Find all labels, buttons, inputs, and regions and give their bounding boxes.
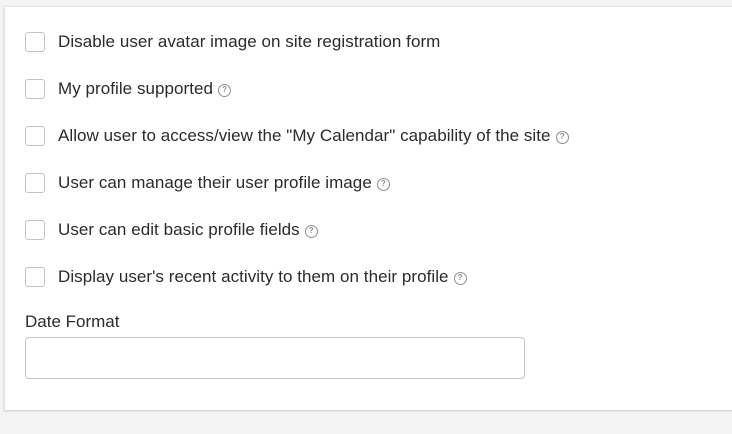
option-edit-basic-profile-fields: User can edit basic profile fields ?: [25, 218, 318, 242]
edit-basic-profile-fields-checkbox[interactable]: [25, 220, 45, 240]
option-label: Allow user to access/view the "My Calend…: [58, 126, 551, 145]
option-manage-profile-image: User can manage their user profile image…: [25, 171, 390, 195]
help-icon[interactable]: ?: [555, 130, 569, 144]
settings-panel: Disable user avatar image on site regist…: [4, 6, 732, 410]
option-my-calendar-access: Allow user to access/view the "My Calend…: [25, 124, 569, 148]
date-format-label: Date Format: [25, 312, 120, 331]
help-icon[interactable]: ?: [376, 177, 390, 191]
manage-profile-image-checkbox[interactable]: [25, 173, 45, 193]
option-display-recent-activity: Display user's recent activity to them o…: [25, 265, 467, 289]
help-icon[interactable]: ?: [304, 224, 318, 238]
my-profile-supported-checkbox[interactable]: [25, 79, 45, 99]
option-label: Display user's recent activity to them o…: [58, 267, 449, 286]
option-label: User can manage their user profile image: [58, 173, 372, 192]
option-label: My profile supported: [58, 79, 214, 98]
help-icon[interactable]: ?: [218, 83, 232, 97]
disable-avatar-on-registration-checkbox[interactable]: [25, 32, 45, 52]
display-recent-activity-checkbox[interactable]: [25, 267, 45, 287]
date-format-input[interactable]: [25, 337, 525, 379]
option-disable-avatar-on-registration: Disable user avatar image on site regist…: [25, 30, 440, 54]
option-my-profile-supported: My profile supported ?: [25, 77, 232, 101]
option-label: User can edit basic profile fields: [58, 220, 300, 239]
help-icon[interactable]: ?: [453, 271, 467, 285]
option-label: Disable user avatar image on site regist…: [58, 32, 441, 51]
my-calendar-access-checkbox[interactable]: [25, 126, 45, 146]
